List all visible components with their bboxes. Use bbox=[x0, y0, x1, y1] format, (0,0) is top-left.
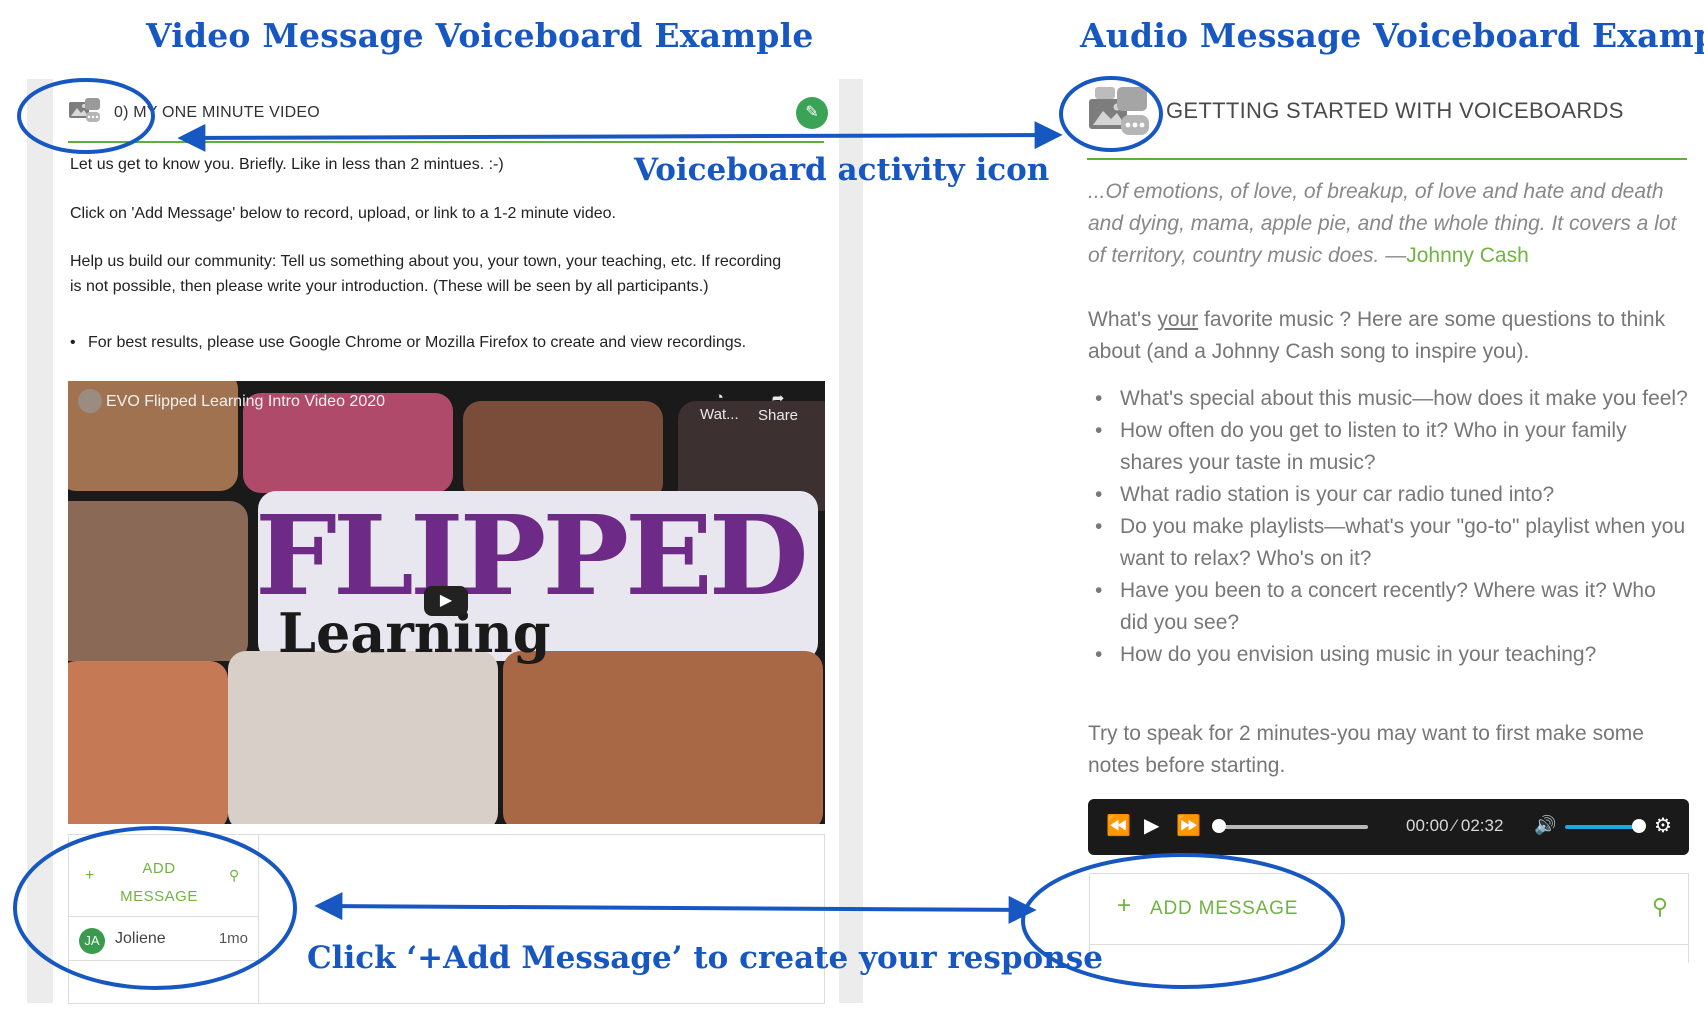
add-message-circle-left bbox=[13, 826, 297, 990]
add-message-arrow bbox=[314, 892, 1037, 924]
activity-icon-callout: Voiceboard activity icon bbox=[634, 152, 1050, 188]
activity-icon-circle-left bbox=[17, 78, 155, 154]
add-message-callout: Click ‘+Add Message’ to create your resp… bbox=[307, 940, 1103, 976]
activity-icon-circle-right bbox=[1059, 76, 1163, 152]
activity-icon-arrow bbox=[177, 121, 1063, 152]
